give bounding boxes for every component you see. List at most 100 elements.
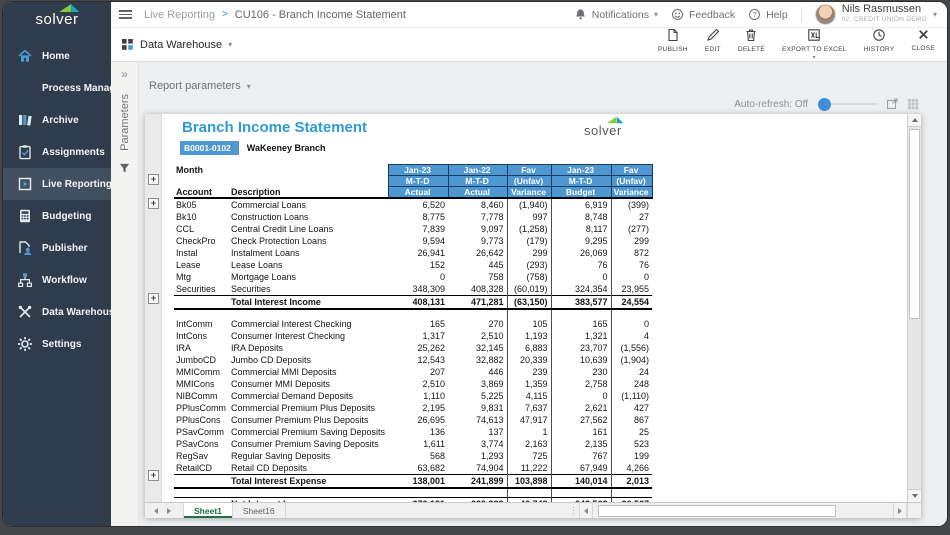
action-label: DELETE — [738, 46, 765, 53]
user-menu[interactable]: Nils Rasmussen 02. Credit Union Demo ▾ — [815, 4, 937, 25]
smiley-icon — [671, 8, 684, 21]
table-row: PSavConsConsumer Premium Saving Deposits… — [174, 438, 652, 450]
export-excel-icon — [807, 28, 821, 44]
expand-group-button[interactable] — [148, 198, 159, 209]
archive-icon — [16, 112, 33, 129]
table-row: MMIConsConsumer MMI Deposits2,5103,8691,… — [174, 378, 652, 390]
scroll-down-button[interactable] — [908, 489, 921, 502]
table-row: CCLCentral Credit Line Loans7,8399,097(1… — [174, 223, 652, 235]
user-org: 02. Credit Union Demo — [842, 15, 927, 25]
horizontal-scrollbar[interactable] — [573, 503, 908, 518]
sidebar-item-label: Assignments — [42, 147, 105, 158]
feedback-button[interactable]: Feedback — [671, 8, 735, 21]
outline-gutter — [145, 114, 162, 502]
help-label: Help — [766, 9, 788, 21]
delete-button[interactable]: DELETE — [738, 28, 765, 61]
sidebar-item-assignments[interactable]: Assignments — [3, 136, 111, 168]
report-sheet: Branch Income Statement B0001-0102 WaKee… — [145, 114, 907, 502]
sidebar-item-label: Archive — [42, 115, 79, 126]
notifications-button[interactable]: Notifications ▾ — [574, 8, 658, 21]
slider-knob[interactable] — [818, 98, 831, 111]
solver-triangle-icon — [606, 117, 623, 124]
next-sheet-icon[interactable] — [167, 508, 171, 514]
table-row: MMICommCommercial MMI Deposits2074462392… — [174, 366, 652, 378]
table-row: RegSavRegular Saving Deposits5681,293725… — [174, 450, 652, 462]
table-row: IntCommCommercial Interest Checking16527… — [174, 318, 652, 330]
topbar: Live Reporting > CU106 - Branch Income S… — [111, 2, 947, 28]
sidebar-item-archive[interactable]: Archive — [3, 104, 111, 136]
table-header-row: AccountDescriptionActualActualVarianceBu… — [174, 187, 652, 199]
auto-refresh-slider[interactable] — [819, 103, 877, 105]
sidebar-item-home[interactable]: Home — [3, 40, 111, 72]
assignments-icon — [16, 144, 33, 161]
feedback-label: Feedback — [689, 9, 735, 21]
breadcrumb-page: CU106 - Branch Income Statement — [235, 9, 406, 21]
home-icon — [16, 48, 33, 65]
table-row: SecuritiesSecurities348,309408,328(60,01… — [174, 283, 652, 296]
table-row: Bk10Construction Loans8,7757,7789978,748… — [174, 211, 652, 223]
publish-button[interactable]: PUBLISH — [658, 28, 688, 61]
sidebar-item-budgeting[interactable]: Budgeting — [3, 200, 111, 232]
sidebar-item-settings[interactable]: Settings — [3, 328, 111, 360]
edit-button[interactable]: EDIT — [705, 28, 721, 61]
filter-funnel-icon — [119, 163, 130, 174]
vertical-scroll-thumb[interactable] — [909, 129, 920, 319]
main-area: Live Reporting > CU106 - Branch Income S… — [111, 2, 947, 526]
delete-icon — [744, 28, 758, 44]
solver-triangle-icon — [59, 4, 79, 12]
scroll-up-button[interactable] — [908, 114, 921, 127]
scroll-right-button[interactable] — [893, 503, 907, 518]
breadcrumb-section[interactable]: Live Reporting — [144, 9, 215, 21]
sidebar-item-live-reporting[interactable]: Live Reporting — [3, 168, 111, 200]
content-area: Report parameters ▾ Auto-refresh: Off — [139, 62, 947, 526]
sheet-tab-sheet16[interactable]: Sheet16 — [233, 503, 286, 518]
close-icon — [917, 28, 930, 43]
sidebar-item-label: Data Warehouse — [42, 307, 120, 318]
expand-group-button[interactable] — [148, 470, 159, 481]
history-button[interactable]: HISTORY — [864, 28, 895, 61]
entity-code-badge: B0001-0102 — [180, 141, 239, 155]
sheet-tab-sheet1[interactable]: Sheet1 — [183, 503, 233, 518]
expand-panel-icon[interactable]: » — [121, 68, 128, 80]
sidebar-item-label: Live Reporting — [42, 179, 112, 190]
expand-group-button[interactable] — [148, 293, 159, 304]
table-row: PPlusConsConsumer Premium Plus Deposits2… — [174, 414, 652, 426]
expand-group-button[interactable] — [148, 174, 159, 185]
sidebar-item-label: Settings — [42, 339, 81, 350]
report-parameters-label: Report parameters — [149, 80, 241, 92]
table-row: Bk05Commercial Loans6,5208,460(1,940)6,9… — [174, 198, 652, 211]
previous-sheet-icon[interactable] — [154, 508, 158, 514]
export-to-excel-button[interactable]: EXPORT TO EXCEL▾ — [782, 28, 847, 61]
sidebar-item-publisher[interactable]: Publisher — [3, 232, 111, 264]
table-row: PSavCommCommercial Premium Saving Deposi… — [174, 426, 652, 438]
vertical-scrollbar[interactable] — [907, 114, 921, 502]
sidebar-item-data-warehouse[interactable]: Data Warehouse — [3, 296, 111, 328]
action-label: EDIT — [705, 46, 721, 53]
table-row: CheckProCheck Protection Loans9,5949,773… — [174, 235, 652, 247]
report-table: MonthJan-23Jan-22FavJan-23FavM-T-DM-T-D(… — [174, 164, 653, 502]
horizontal-scroll-thumb[interactable] — [598, 505, 836, 517]
help-button[interactable]: ? Help — [748, 8, 788, 21]
auto-refresh-label: Auto-refresh: Off — [734, 99, 808, 110]
parameters-panel-collapsed[interactable]: » Parameters — [111, 62, 139, 526]
scrollbar-resize-handle[interactable] — [573, 507, 575, 515]
chevron-down-icon: ▾ — [228, 40, 232, 49]
sidebar: solver HomeProcess ManagerArchiveAssignm… — [3, 2, 111, 526]
hamburger-menu-icon[interactable] — [119, 10, 132, 19]
table-row: IntConsConsumer Interest Checking1,3172,… — [174, 330, 652, 342]
workflow-icon — [16, 272, 33, 289]
scrollbar-corner — [907, 503, 921, 518]
grid-view-icon[interactable] — [907, 98, 919, 110]
close-button[interactable]: CLOSE — [911, 28, 935, 61]
sidebar-nav: HomeProcess Manager Archive Assignments Liv… — [3, 34, 111, 360]
sidebar-item-process-manager[interactable]: Process Manager — [3, 72, 111, 104]
data-source-dropdown[interactable]: Data Warehouse ▾ — [121, 38, 232, 51]
open-external-icon[interactable] — [886, 98, 898, 110]
table-total-row: Total Interest Income408,131471,281(63,1… — [174, 296, 652, 310]
report-parameters-dropdown[interactable]: Report parameters ▾ — [149, 80, 251, 92]
action-label: PUBLISH — [658, 46, 688, 53]
scroll-left-button[interactable] — [579, 503, 593, 518]
report-title: Branch Income Statement — [182, 119, 367, 136]
edit-icon — [706, 28, 720, 44]
sidebar-item-workflow[interactable]: Workflow — [3, 264, 111, 296]
